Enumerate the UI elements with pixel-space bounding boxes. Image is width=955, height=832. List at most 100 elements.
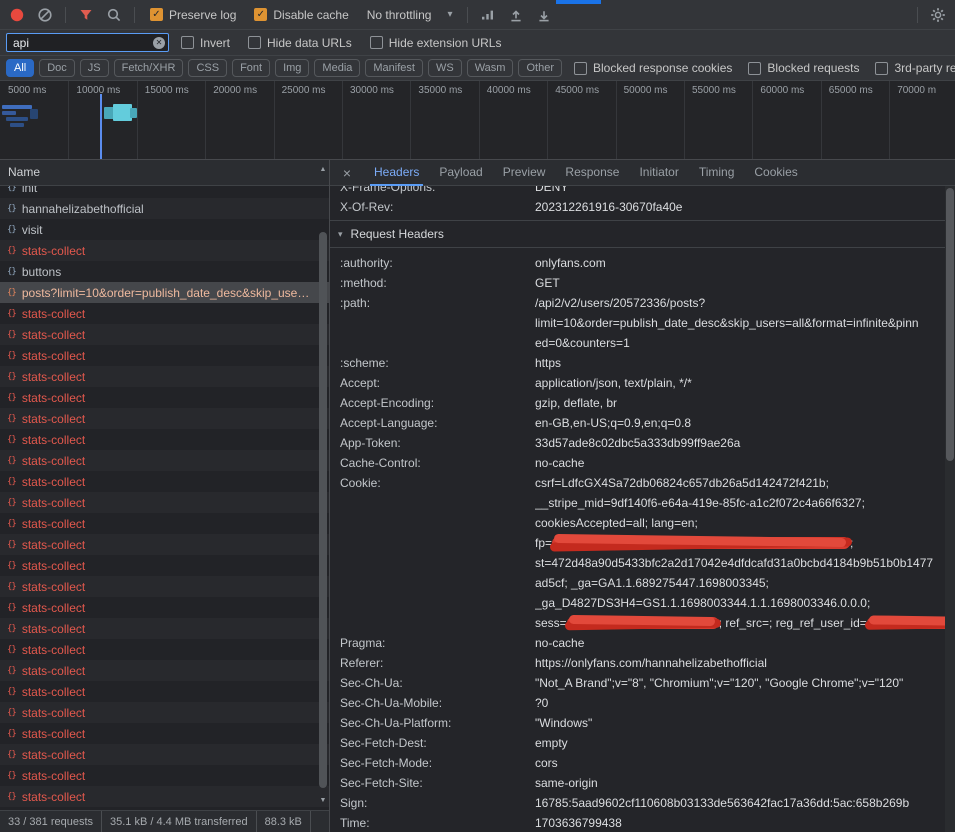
- request-list-item[interactable]: {}stats-collect: [0, 576, 329, 597]
- request-headers-section[interactable]: ▾ Request Headers: [330, 221, 945, 248]
- request-list-item[interactable]: {}stats-collect: [0, 639, 329, 660]
- headers-list: :authority:onlyfans.com:method:GET:path:…: [330, 248, 945, 832]
- type-filter-css[interactable]: CSS: [188, 59, 227, 77]
- type-filter-wasm[interactable]: Wasm: [467, 59, 514, 77]
- request-table-header[interactable]: Name: [0, 160, 329, 186]
- request-list-item[interactable]: {}visit: [0, 219, 329, 240]
- details-scrollbar[interactable]: [945, 186, 955, 832]
- type-filter-fetch-xhr[interactable]: Fetch/XHR: [114, 59, 184, 77]
- filter-toggle-button[interactable]: [73, 3, 99, 27]
- scroll-up-icon[interactable]: ▲: [317, 166, 329, 173]
- header-row: X-Frame-Options:DENY: [330, 186, 945, 197]
- type-filter-font[interactable]: Font: [232, 59, 270, 77]
- blocked-requests-checkbox[interactable]: ✓Blocked requests: [748, 61, 859, 75]
- tab-preview[interactable]: Preview: [493, 160, 556, 186]
- request-list-item[interactable]: {}stats-collect: [0, 429, 329, 450]
- invert-checkbox[interactable]: ✓ Invert: [181, 36, 230, 50]
- scrollbar-thumb[interactable]: [946, 188, 954, 461]
- request-list-item[interactable]: {}stats-collect: [0, 345, 329, 366]
- request-list-item[interactable]: {}posts?limit=10&order=publish_date_desc…: [0, 282, 329, 303]
- request-list-item[interactable]: {}stats-collect: [0, 387, 329, 408]
- hide-extension-urls-checkbox[interactable]: ✓ Hide extension URLs: [370, 36, 502, 50]
- request-list-item[interactable]: {}stats-collect: [0, 303, 329, 324]
- request-list-item[interactable]: {}stats-collect: [0, 681, 329, 702]
- type-filter-doc[interactable]: Doc: [39, 59, 75, 77]
- blocked-response-cookies-checkbox[interactable]: ✓Blocked response cookies: [574, 61, 732, 75]
- request-list-item[interactable]: {}stats-collect: [0, 786, 329, 807]
- type-filter-manifest[interactable]: Manifest: [365, 59, 423, 77]
- tab-initiator[interactable]: Initiator: [629, 160, 688, 186]
- waterfall-bar: [130, 108, 137, 118]
- disable-cache-checkbox[interactable]: ✓ Disable cache: [254, 8, 348, 22]
- request-list-item[interactable]: {}stats-collect: [0, 597, 329, 618]
- toolbar-divider: [65, 7, 66, 23]
- checkbox-box: ✓: [248, 36, 261, 49]
- checkbox-box: ✓: [748, 62, 761, 75]
- type-filter-ws[interactable]: WS: [428, 59, 462, 77]
- request-list-item[interactable]: {}stats-collect: [0, 324, 329, 345]
- throttling-select[interactable]: No throttling ▾: [359, 8, 461, 22]
- import-har-button[interactable]: [503, 3, 529, 27]
- timeline-gridline: [684, 81, 685, 159]
- request-list-item[interactable]: {}stats-collect: [0, 618, 329, 639]
- request-list-item[interactable]: {}stats-collect: [0, 471, 329, 492]
- type-filter-js[interactable]: JS: [80, 59, 109, 77]
- type-filter-all[interactable]: All: [6, 59, 34, 77]
- request-list-item[interactable]: {}stats-collect: [0, 723, 329, 744]
- toolbar-divider: [134, 7, 135, 23]
- request-list-item[interactable]: {}hannahelizabethofficial: [0, 198, 329, 219]
- request-list-item[interactable]: {}stats-collect: [0, 366, 329, 387]
- settings-button[interactable]: [925, 3, 951, 27]
- json-request-icon: {}: [7, 582, 16, 592]
- clear-filter-icon[interactable]: ✕: [153, 37, 165, 49]
- header-value: same-origin: [535, 773, 945, 793]
- type-filter-img[interactable]: Img: [275, 59, 309, 77]
- request-list-item[interactable]: {}stats-collect: [0, 513, 329, 534]
- request-list-item[interactable]: {}stats-collect: [0, 555, 329, 576]
- record-button[interactable]: [4, 3, 30, 27]
- network-conditions-button[interactable]: [475, 3, 501, 27]
- search-button[interactable]: [101, 3, 127, 27]
- export-har-button[interactable]: [531, 3, 557, 27]
- request-list-item[interactable]: {}stats-collect: [0, 660, 329, 681]
- tab-response[interactable]: Response: [555, 160, 629, 186]
- scrollbar-thumb[interactable]: [319, 232, 327, 788]
- checkbox-box: ✓: [370, 36, 383, 49]
- tab-timing[interactable]: Timing: [689, 160, 745, 186]
- type-filter-media[interactable]: Media: [314, 59, 360, 77]
- preserve-log-checkbox[interactable]: ✓ Preserve log: [150, 8, 236, 22]
- checkbox-label: Hide extension URLs: [389, 36, 502, 50]
- chevron-down-icon: ▾: [447, 9, 452, 20]
- request-list-item[interactable]: {}stats-collect: [0, 240, 329, 261]
- scroll-down-icon[interactable]: ▼: [317, 797, 329, 804]
- header-row: Sec-Fetch-Mode:cors: [330, 753, 945, 773]
- checkbox-label: Disable cache: [273, 8, 348, 22]
- header-name: Cookie:: [340, 473, 535, 633]
- request-list-item[interactable]: {}stats-collect: [0, 744, 329, 765]
- json-request-icon: {}: [7, 414, 16, 424]
- type-filter-other[interactable]: Other: [518, 59, 562, 77]
- json-request-icon: {}: [7, 792, 16, 802]
- header-row: App-Token:33d57ade8c02dbc5a333db99ff9ae2…: [330, 433, 945, 453]
- request-list-item[interactable]: {}init: [0, 186, 329, 198]
- request-list-item[interactable]: {}stats-collect: [0, 492, 329, 513]
- tab-cookies[interactable]: Cookies: [744, 160, 807, 186]
- close-details-icon[interactable]: ×: [338, 165, 356, 181]
- request-list-item[interactable]: {}stats-collect: [0, 765, 329, 786]
- timeline-overview[interactable]: 5000 ms10000 ms15000 ms20000 ms25000 ms3…: [0, 81, 955, 160]
- clear-button[interactable]: [32, 3, 58, 27]
- request-name: stats-collect: [22, 559, 313, 573]
- filter-input[interactable]: [6, 33, 169, 52]
- request-list-scrollbar[interactable]: ▲ ▼: [317, 160, 329, 810]
- request-list-item[interactable]: {}stats-collect: [0, 450, 329, 471]
- json-request-icon: {}: [7, 498, 16, 508]
- request-list-item[interactable]: {}stats-collect: [0, 702, 329, 723]
- hide-data-urls-checkbox[interactable]: ✓ Hide data URLs: [248, 36, 352, 50]
- request-list-item[interactable]: {}stats-collect: [0, 534, 329, 555]
- tab-payload[interactable]: Payload: [429, 160, 492, 186]
- request-list-item[interactable]: {}buttons: [0, 261, 329, 282]
- header-name: :authority:: [340, 253, 535, 273]
- request-list-item[interactable]: {}stats-collect: [0, 408, 329, 429]
- 3rd-party-requests-checkbox[interactable]: ✓3rd-party requests: [875, 61, 955, 75]
- tab-headers[interactable]: Headers: [364, 160, 429, 186]
